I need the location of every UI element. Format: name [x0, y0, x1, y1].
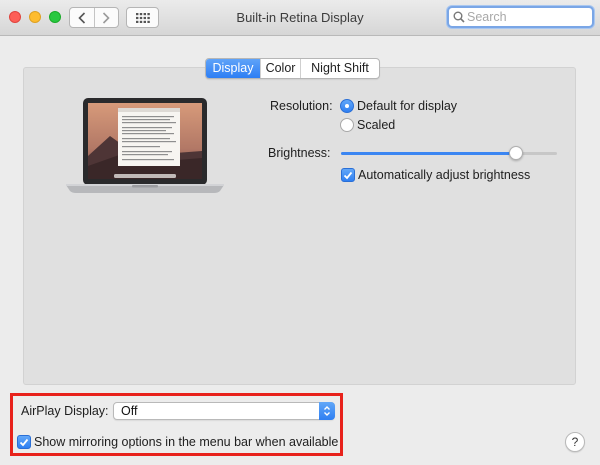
resolution-scaled-label[interactable]: Scaled — [357, 118, 395, 132]
brightness-slider-knob[interactable] — [508, 146, 523, 160]
navigation-buttons — [69, 7, 119, 28]
chevron-right-icon — [103, 11, 110, 24]
chevron-left-icon — [78, 11, 85, 24]
window-title: Built-in Retina Display — [236, 10, 364, 25]
close-window-button[interactable] — [9, 11, 21, 23]
grid-icon — [135, 12, 150, 23]
resolution-scaled-radio[interactable] — [340, 118, 354, 132]
highlight-annotation-box — [10, 393, 343, 456]
brightness-slider[interactable] — [341, 152, 557, 155]
search-input[interactable] — [467, 8, 587, 26]
brightness-slider-fill — [341, 152, 516, 155]
auto-brightness-checkbox[interactable] — [341, 168, 355, 182]
resolution-label: Resolution: — [270, 99, 333, 113]
resolution-default-radio[interactable] — [340, 99, 354, 113]
zoom-window-button[interactable] — [49, 11, 61, 23]
brightness-label: Brightness: — [268, 146, 331, 160]
search-icon — [453, 11, 465, 23]
title-bar: Built-in Retina Display — [0, 0, 600, 36]
tab-bar: Display Color Night Shift — [205, 58, 380, 79]
show-all-button[interactable] — [126, 7, 159, 28]
tab-night-shift[interactable]: Night Shift — [300, 59, 379, 78]
help-button[interactable]: ? — [565, 432, 585, 452]
checkmark-icon — [343, 171, 353, 179]
back-button[interactable] — [70, 8, 94, 27]
forward-button[interactable] — [93, 8, 119, 27]
auto-brightness-label[interactable]: Automatically adjust brightness — [358, 168, 530, 182]
tab-display[interactable]: Display — [206, 59, 260, 78]
display-preferences-window: Built-in Retina Display Display Color Ni… — [0, 0, 600, 465]
minimize-window-button[interactable] — [29, 11, 41, 23]
laptop-display-image — [66, 98, 224, 193]
resolution-default-label[interactable]: Default for display — [357, 99, 457, 113]
search-field[interactable] — [447, 6, 594, 28]
tab-color[interactable]: Color — [260, 59, 300, 78]
